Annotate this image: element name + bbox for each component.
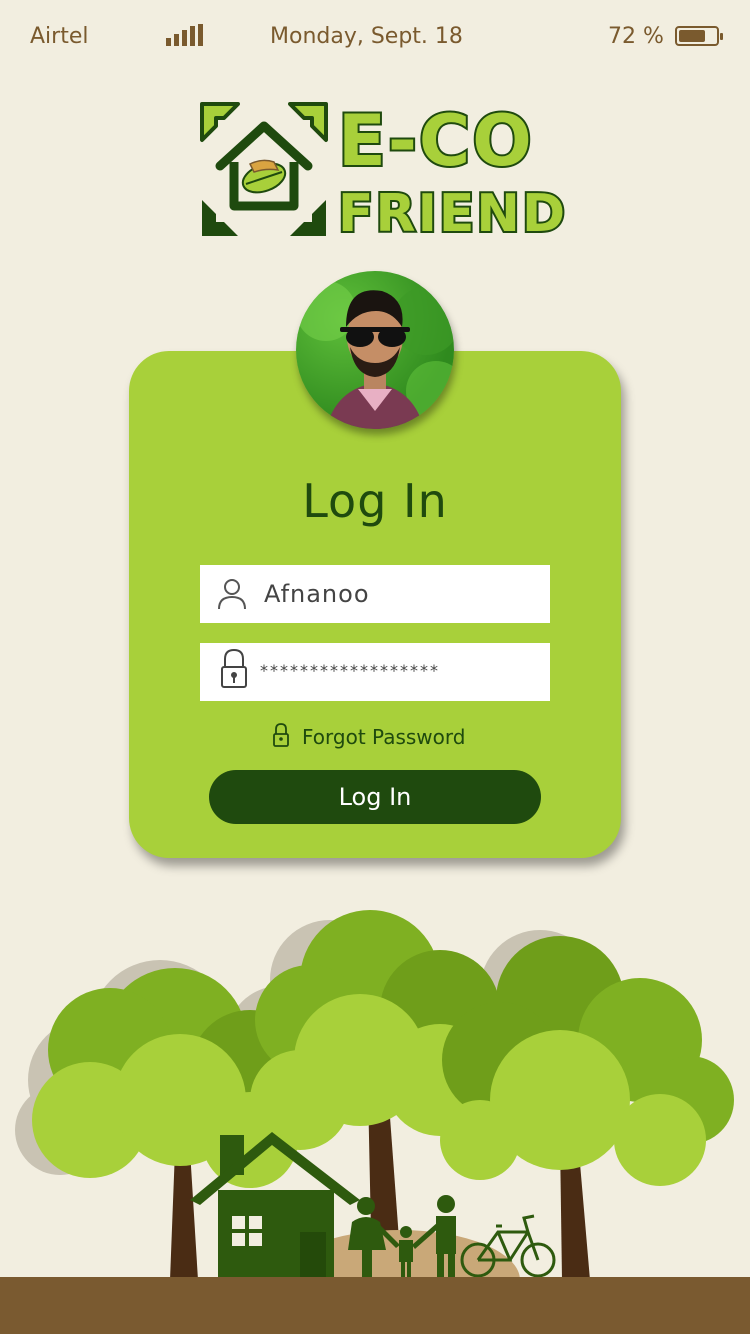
password-field[interactable]: ****************** [200,643,550,701]
small-lock-icon [272,722,290,753]
lock-icon [220,647,248,693]
logo-title-line2: FRIEND [336,182,568,246]
login-button[interactable]: Log In [209,770,541,824]
user-icon [216,577,248,615]
eco-scene-illustration [15,910,734,1330]
username-value: Afnanoo [264,580,370,608]
status-bar: Airtel Monday, Sept. 18 72 % [0,0,750,76]
eco-house-leaf-icon [200,102,328,236]
avatar-photo [296,281,454,429]
password-value: ****************** [260,661,440,680]
battery-percent: 72 % [608,24,664,49]
signal-bars-icon [166,24,203,46]
forgot-password-link[interactable]: Forgot Password [272,722,465,752]
app-logo: E-CO FRIEND [198,98,568,246]
username-field[interactable]: Afnanoo [200,565,550,623]
forgot-password-label: Forgot Password [302,725,466,749]
battery-fill [679,30,705,42]
carrier-label: Airtel [30,24,89,49]
logo-title-line1: E-CO [336,98,534,184]
login-title: Log In [302,474,448,528]
avatar [296,271,454,429]
date-label: Monday, Sept. 18 [270,24,463,49]
battery-icon [675,26,723,46]
ground [0,1277,750,1334]
